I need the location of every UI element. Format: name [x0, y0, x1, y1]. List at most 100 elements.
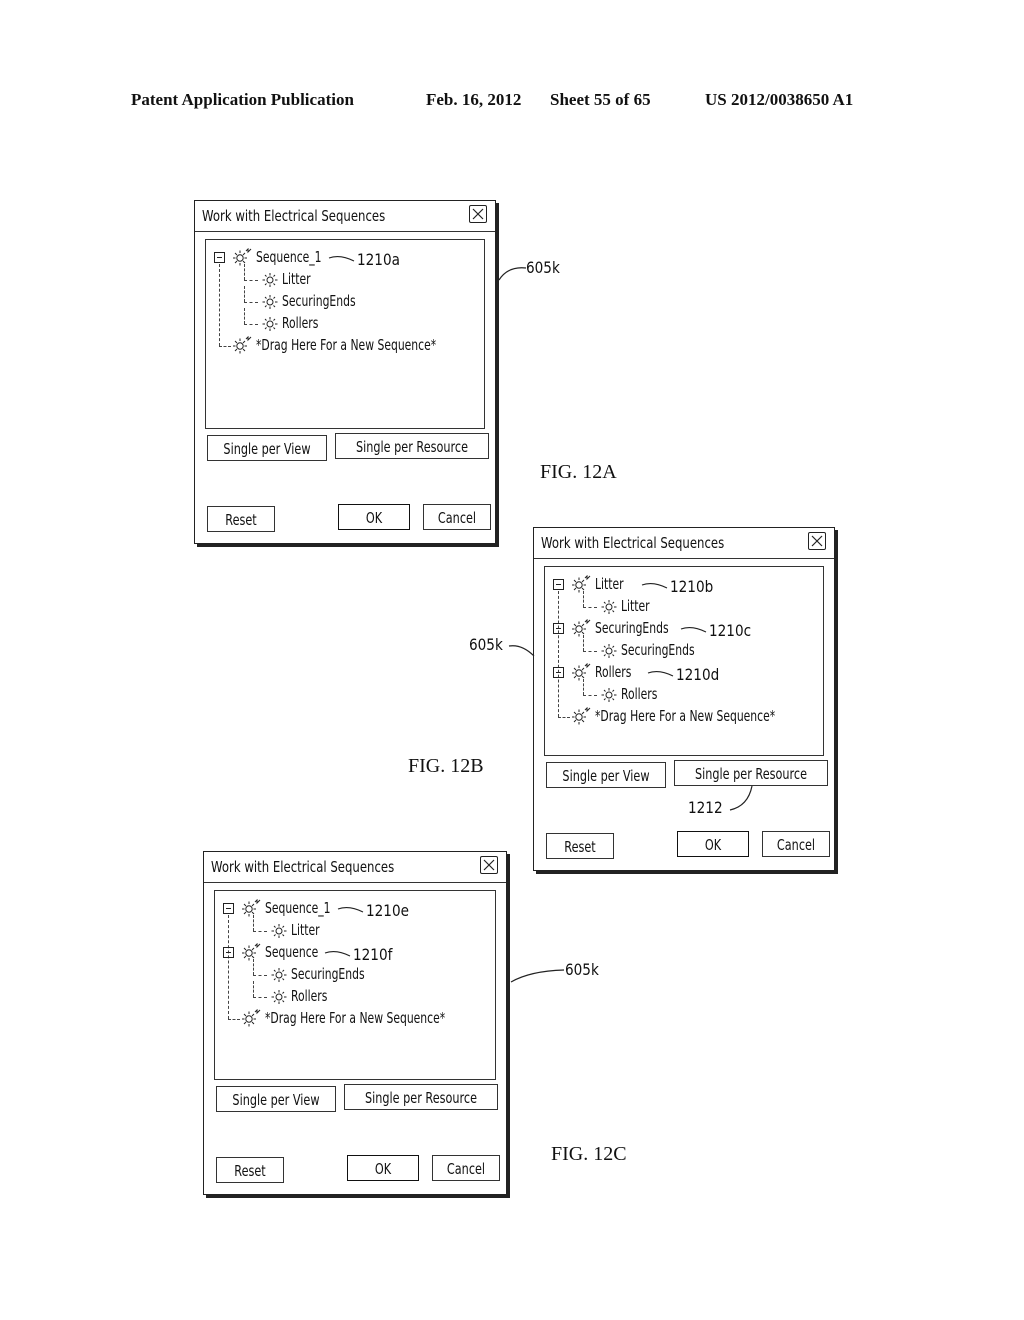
tree-connector: [244, 308, 245, 324]
single-per-resource-button[interactable]: Single per Resource: [674, 760, 828, 786]
dialog-ref-12b: 605k: [469, 635, 503, 654]
tree-node-resource[interactable]: Litter: [206, 264, 484, 290]
sequence-icon: [241, 942, 261, 966]
sequence-tree[interactable]: Sequence_1 1210a Litter SecuringEnds Rollers…: [205, 239, 485, 429]
close-icon: [472, 208, 484, 220]
leader-line-12a: [498, 267, 527, 281]
reset-button[interactable]: Reset: [546, 833, 614, 859]
tree-node-label: Rollers: [282, 314, 319, 332]
collapse-toggle[interactable]: [214, 252, 225, 263]
close-button[interactable]: [480, 856, 498, 874]
tree-node-label: SecuringEnds: [282, 292, 356, 310]
leader-line-1212: [729, 785, 753, 811]
sequence-icon: [241, 1008, 261, 1032]
sequence-icon: [571, 662, 591, 686]
dialog-fig-12c: Work with Electrical Sequences Sequence_1…: [203, 851, 507, 1195]
close-icon: [811, 535, 823, 547]
tree-node-resource[interactable]: SecuringEnds: [206, 286, 484, 315]
single-per-view-button[interactable]: Single per View: [207, 435, 327, 461]
tree-node-sequence[interactable]: *Drag Here For a New Sequence*: [545, 706, 823, 730]
resource-icon: [600, 643, 618, 664]
collapse-toggle[interactable]: [553, 623, 564, 634]
figure-label-12a: FIG. 12A: [540, 461, 617, 483]
figure-label-12b: FIG. 12B: [408, 755, 484, 777]
tree-node-resource[interactable]: SecuringEnds: [545, 635, 823, 664]
publication-date: Feb. 16, 2012: [426, 90, 522, 109]
close-button[interactable]: [808, 532, 826, 550]
reference-leader: [337, 906, 364, 913]
single-per-resource-button[interactable]: Single per Resource: [335, 433, 489, 459]
tree-node-sequence[interactable]: *Drag Here For a New Sequence*: [215, 1008, 495, 1032]
sequence-icon: [571, 618, 591, 642]
tree-connector: [253, 997, 267, 998]
tree-node-label: SecuringEnds: [595, 619, 669, 637]
tree-node-resource[interactable]: SecuringEnds: [215, 959, 495, 988]
sequence-icon: [232, 247, 252, 271]
reset-button[interactable]: Reset: [207, 506, 275, 532]
cancel-button[interactable]: Cancel: [423, 504, 491, 530]
tree-connector: [583, 607, 597, 608]
single-per-view-button[interactable]: Single per View: [216, 1086, 336, 1112]
sequence-tree[interactable]: Litter 1210b Litter SecuringEnds 1210c Securi…: [544, 566, 824, 756]
reference-leader: [324, 950, 351, 957]
tree-connector: [253, 931, 267, 932]
tree-node-label: *Drag Here For a New Sequence*: [256, 336, 437, 354]
leader-line-12b: [508, 645, 535, 657]
tree-node-sequence[interactable]: *Drag Here For a New Sequence*: [206, 335, 484, 356]
single-per-resource-button[interactable]: Single per Resource: [344, 1084, 498, 1110]
sequence-icon: [571, 706, 591, 730]
dialog-ref-12a: 605k: [526, 258, 560, 277]
leader-line-12c: [510, 969, 565, 983]
reference-numeral: 1210b: [669, 577, 713, 596]
close-button[interactable]: [469, 205, 487, 223]
tree-node-label: Sequence_1: [256, 248, 322, 266]
tree-node-resource[interactable]: Litter: [215, 915, 495, 941]
dialog-fig-12b: Work with Electrical Sequences Litter 1210…: [533, 527, 835, 871]
figure-label-12c: FIG. 12C: [551, 1143, 627, 1165]
title-bar[interactable]: Work with Electrical Sequences: [534, 528, 834, 559]
reference-numeral: 1210a: [357, 250, 400, 269]
tree-connector: [244, 324, 258, 325]
collapse-toggle[interactable]: [553, 579, 564, 590]
tree-node-label: SecuringEnds: [621, 641, 695, 659]
button-ref-1212: 1212: [688, 798, 723, 817]
sequence-tree[interactable]: Sequence_1 1210e Litter Sequence 1210f Securi…: [214, 890, 496, 1080]
tree-node-resource[interactable]: Litter: [545, 591, 823, 620]
cancel-button[interactable]: Cancel: [432, 1155, 500, 1181]
title-bar[interactable]: Work with Electrical Sequences: [204, 852, 506, 883]
reference-leader: [680, 626, 707, 633]
close-icon: [483, 859, 495, 871]
resource-icon: [261, 316, 279, 337]
tree-connector: [583, 591, 584, 607]
publication-label: Patent Application Publication: [131, 90, 354, 109]
tree-connector: [244, 302, 258, 303]
tree-connector: [583, 679, 584, 695]
dialog-title: Work with Electrical Sequences: [211, 858, 395, 876]
tree-connector: [244, 280, 258, 281]
tree-connector: [253, 915, 254, 931]
resource-icon: [261, 294, 279, 315]
cancel-button[interactable]: Cancel: [762, 831, 830, 857]
tree-node-label: *Drag Here For a New Sequence*: [265, 1009, 446, 1027]
tree-node-resource[interactable]: Rollers: [206, 308, 484, 337]
tree-node-label: Rollers: [291, 987, 328, 1005]
title-bar[interactable]: Work with Electrical Sequences: [195, 201, 495, 232]
ok-button[interactable]: OK: [347, 1155, 419, 1181]
resource-icon: [600, 599, 618, 620]
tree-connector: [253, 959, 254, 975]
tree-connector: [583, 651, 597, 652]
collapse-toggle[interactable]: [223, 903, 234, 914]
reset-button[interactable]: Reset: [216, 1157, 284, 1183]
reference-numeral: 1210e: [366, 901, 409, 920]
tree-node-label: Rollers: [595, 663, 632, 681]
resource-icon: [600, 687, 618, 708]
tree-node-resource[interactable]: Rollers: [545, 679, 823, 708]
collapse-toggle[interactable]: [223, 947, 234, 958]
collapse-toggle[interactable]: [553, 667, 564, 678]
resource-icon: [270, 967, 288, 988]
dialog-fig-12a: Work with Electrical Sequences Sequence_1…: [194, 200, 496, 544]
single-per-view-button[interactable]: Single per View: [546, 762, 666, 788]
ok-button[interactable]: OK: [338, 504, 410, 530]
ok-button[interactable]: OK: [677, 831, 749, 857]
tree-node-resource[interactable]: Rollers: [215, 981, 495, 1007]
